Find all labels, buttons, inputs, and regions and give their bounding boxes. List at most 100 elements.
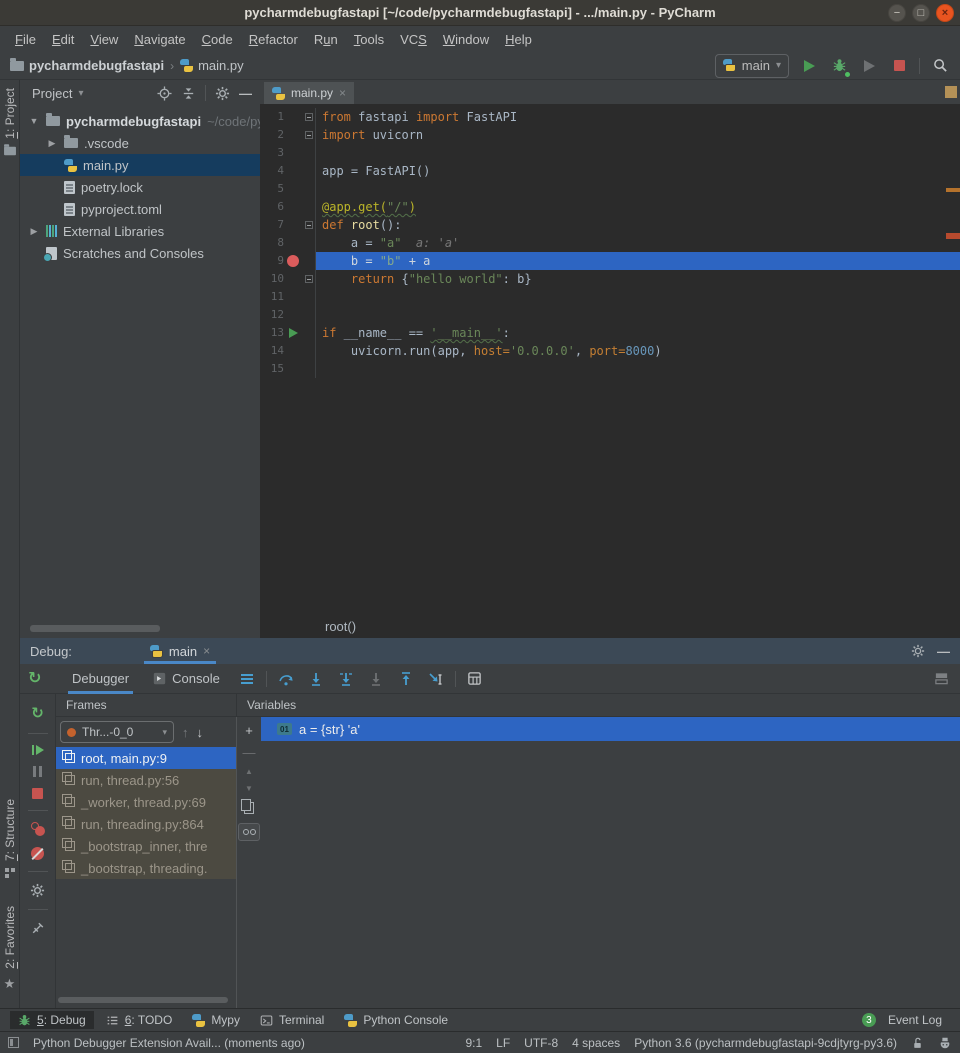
thread-selector[interactable]: Thr...-0_0 ▾: [60, 721, 174, 743]
stop-process-icon[interactable]: [32, 788, 43, 799]
editor-tab-main-py[interactable]: main.py ×: [264, 82, 354, 104]
tree-expand-arrow[interactable]: ▶: [28, 226, 40, 237]
fold-column[interactable]: [302, 270, 316, 288]
tree-item-scratches-and-consoles[interactable]: Scratches and Consoles: [20, 242, 260, 264]
settings-icon[interactable]: [30, 883, 45, 898]
code-text[interactable]: app = FastAPI(): [316, 162, 960, 180]
code-line[interactable]: 14 uvicorn.run(app, host='0.0.0.0', port…: [260, 342, 960, 360]
stripe-button-1-project[interactable]: 1: Project: [3, 88, 17, 156]
code-line[interactable]: 13 if __name__ == '__main__':: [260, 324, 960, 342]
rerun-program-icon[interactable]: ↻: [31, 704, 44, 722]
threads-view-icon[interactable]: [236, 668, 258, 690]
stripe-button-2-favorites[interactable]: 2: Favorites★: [3, 906, 17, 992]
step-out-icon[interactable]: [395, 668, 417, 690]
status-item[interactable]: 9:1: [465, 1036, 482, 1050]
line-number[interactable]: 4: [260, 162, 284, 180]
project-horizontal-scrollbar[interactable]: [30, 625, 160, 632]
tool-window-button-6-todo[interactable]: 6: TODO: [98, 1011, 181, 1029]
status-item[interactable]: UTF-8: [524, 1036, 558, 1050]
line-number[interactable]: 11: [260, 288, 284, 306]
tree-item-poetry-lock[interactable]: poetry.lock: [20, 176, 260, 198]
tree-item-pyproject-toml[interactable]: pyproject.toml: [20, 198, 260, 220]
step-over-icon[interactable]: [275, 668, 297, 690]
fold-icon[interactable]: [305, 275, 313, 283]
code-text[interactable]: if __name__ == '__main__':: [316, 324, 960, 342]
frame-row[interactable]: run, thread.py:56: [56, 769, 236, 791]
menu-code[interactable]: Code: [195, 29, 240, 50]
step-into-icon[interactable]: [305, 668, 327, 690]
code-line[interactable]: 7def root():: [260, 216, 960, 234]
code-line[interactable]: 12: [260, 306, 960, 324]
layout-settings-icon[interactable]: [930, 668, 952, 690]
close-button[interactable]: ×: [936, 4, 954, 22]
tool-window-button-5-debug[interactable]: 5: Debug: [10, 1011, 94, 1029]
coverage-button[interactable]: [859, 56, 879, 76]
breakpoint-icon[interactable]: [287, 255, 299, 267]
status-item[interactable]: LF: [496, 1036, 510, 1050]
run-line-icon[interactable]: [289, 328, 298, 338]
run-button[interactable]: [799, 56, 819, 76]
settings-icon[interactable]: [215, 86, 230, 101]
line-number[interactable]: 14: [260, 342, 284, 360]
smart-step-into-icon[interactable]: [365, 668, 387, 690]
menu-edit[interactable]: Edit: [45, 29, 81, 50]
fold-column[interactable]: [302, 126, 316, 144]
frame-row[interactable]: _bootstrap_inner, thre: [56, 835, 236, 857]
code-area[interactable]: 1from fastapi import FastAPI2import uvic…: [260, 104, 960, 614]
move-up-icon[interactable]: ▲: [245, 768, 253, 776]
code-line[interactable]: 5: [260, 180, 960, 198]
hide-debug-icon[interactable]: —: [937, 644, 950, 659]
debug-button[interactable]: [829, 56, 849, 76]
menu-tools[interactable]: Tools: [347, 29, 391, 50]
code-text[interactable]: from fastapi import FastAPI: [316, 108, 960, 126]
tab-debugger[interactable]: Debugger: [64, 664, 137, 694]
maximize-button[interactable]: □: [912, 4, 930, 22]
fold-icon[interactable]: [305, 221, 313, 229]
breakpoint-gutter[interactable]: [284, 255, 302, 267]
line-number[interactable]: 5: [260, 180, 284, 198]
menu-help[interactable]: Help: [498, 29, 539, 50]
breadcrumb-item-main.py[interactable]: main.py: [180, 58, 244, 73]
code-text[interactable]: b = "b" + a: [316, 252, 960, 270]
force-step-into-icon[interactable]: [335, 668, 357, 690]
run-gutter[interactable]: [284, 328, 302, 338]
resume-program-icon[interactable]: [32, 745, 44, 755]
show-watches-icon[interactable]: [238, 823, 260, 841]
collapse-all-icon[interactable]: [181, 86, 196, 101]
previous-frame-icon[interactable]: ↑: [182, 725, 189, 740]
scroll-marker-warning[interactable]: [946, 188, 960, 192]
rerun-icon[interactable]: ↻: [28, 668, 41, 688]
tab-console[interactable]: Console: [145, 664, 228, 694]
pin-icon[interactable]: [30, 921, 45, 936]
project-panel-title[interactable]: Project: [32, 86, 72, 101]
stripe-button-7-structure[interactable]: 7: Structure: [3, 799, 17, 880]
code-line[interactable]: 8 a = "a" a: 'a': [260, 234, 960, 252]
line-number[interactable]: 2: [260, 126, 284, 144]
menu-vcs[interactable]: VCS: [393, 29, 434, 50]
remove-watch-icon[interactable]: —: [243, 746, 256, 759]
frame-row[interactable]: root, main.py:9: [56, 747, 236, 769]
code-text[interactable]: uvicorn.run(app, host='0.0.0.0', port=80…: [316, 342, 960, 360]
fold-icon[interactable]: [305, 113, 313, 121]
line-number[interactable]: 10: [260, 270, 284, 288]
editor-breadcrumb[interactable]: root(): [260, 614, 960, 638]
line-number[interactable]: 8: [260, 234, 284, 252]
line-number[interactable]: 6: [260, 198, 284, 216]
tree-item-external-libraries[interactable]: ▶External Libraries: [20, 220, 260, 242]
menu-navigate[interactable]: Navigate: [127, 29, 192, 50]
tree-item-pycharmdebugfastapi[interactable]: ▼pycharmdebugfastapi~/code/pycharmdebugf…: [20, 110, 260, 132]
line-number[interactable]: 12: [260, 306, 284, 324]
frame-row[interactable]: run, threading.py:864: [56, 813, 236, 835]
line-number[interactable]: 15: [260, 360, 284, 378]
view-breakpoints-icon[interactable]: [31, 822, 45, 836]
menu-run[interactable]: Run: [307, 29, 345, 50]
tree-item-main-py[interactable]: main.py: [20, 154, 260, 176]
locate-icon[interactable]: [157, 86, 172, 101]
event-log-button[interactable]: 3 Event Log: [854, 1011, 950, 1029]
code-line[interactable]: 6@app.get("/"): [260, 198, 960, 216]
code-text[interactable]: def root():: [316, 216, 960, 234]
search-everywhere-button[interactable]: [930, 56, 950, 76]
mute-breakpoints-icon[interactable]: [31, 847, 44, 860]
line-number[interactable]: 13: [260, 324, 284, 342]
menu-view[interactable]: View: [83, 29, 125, 50]
